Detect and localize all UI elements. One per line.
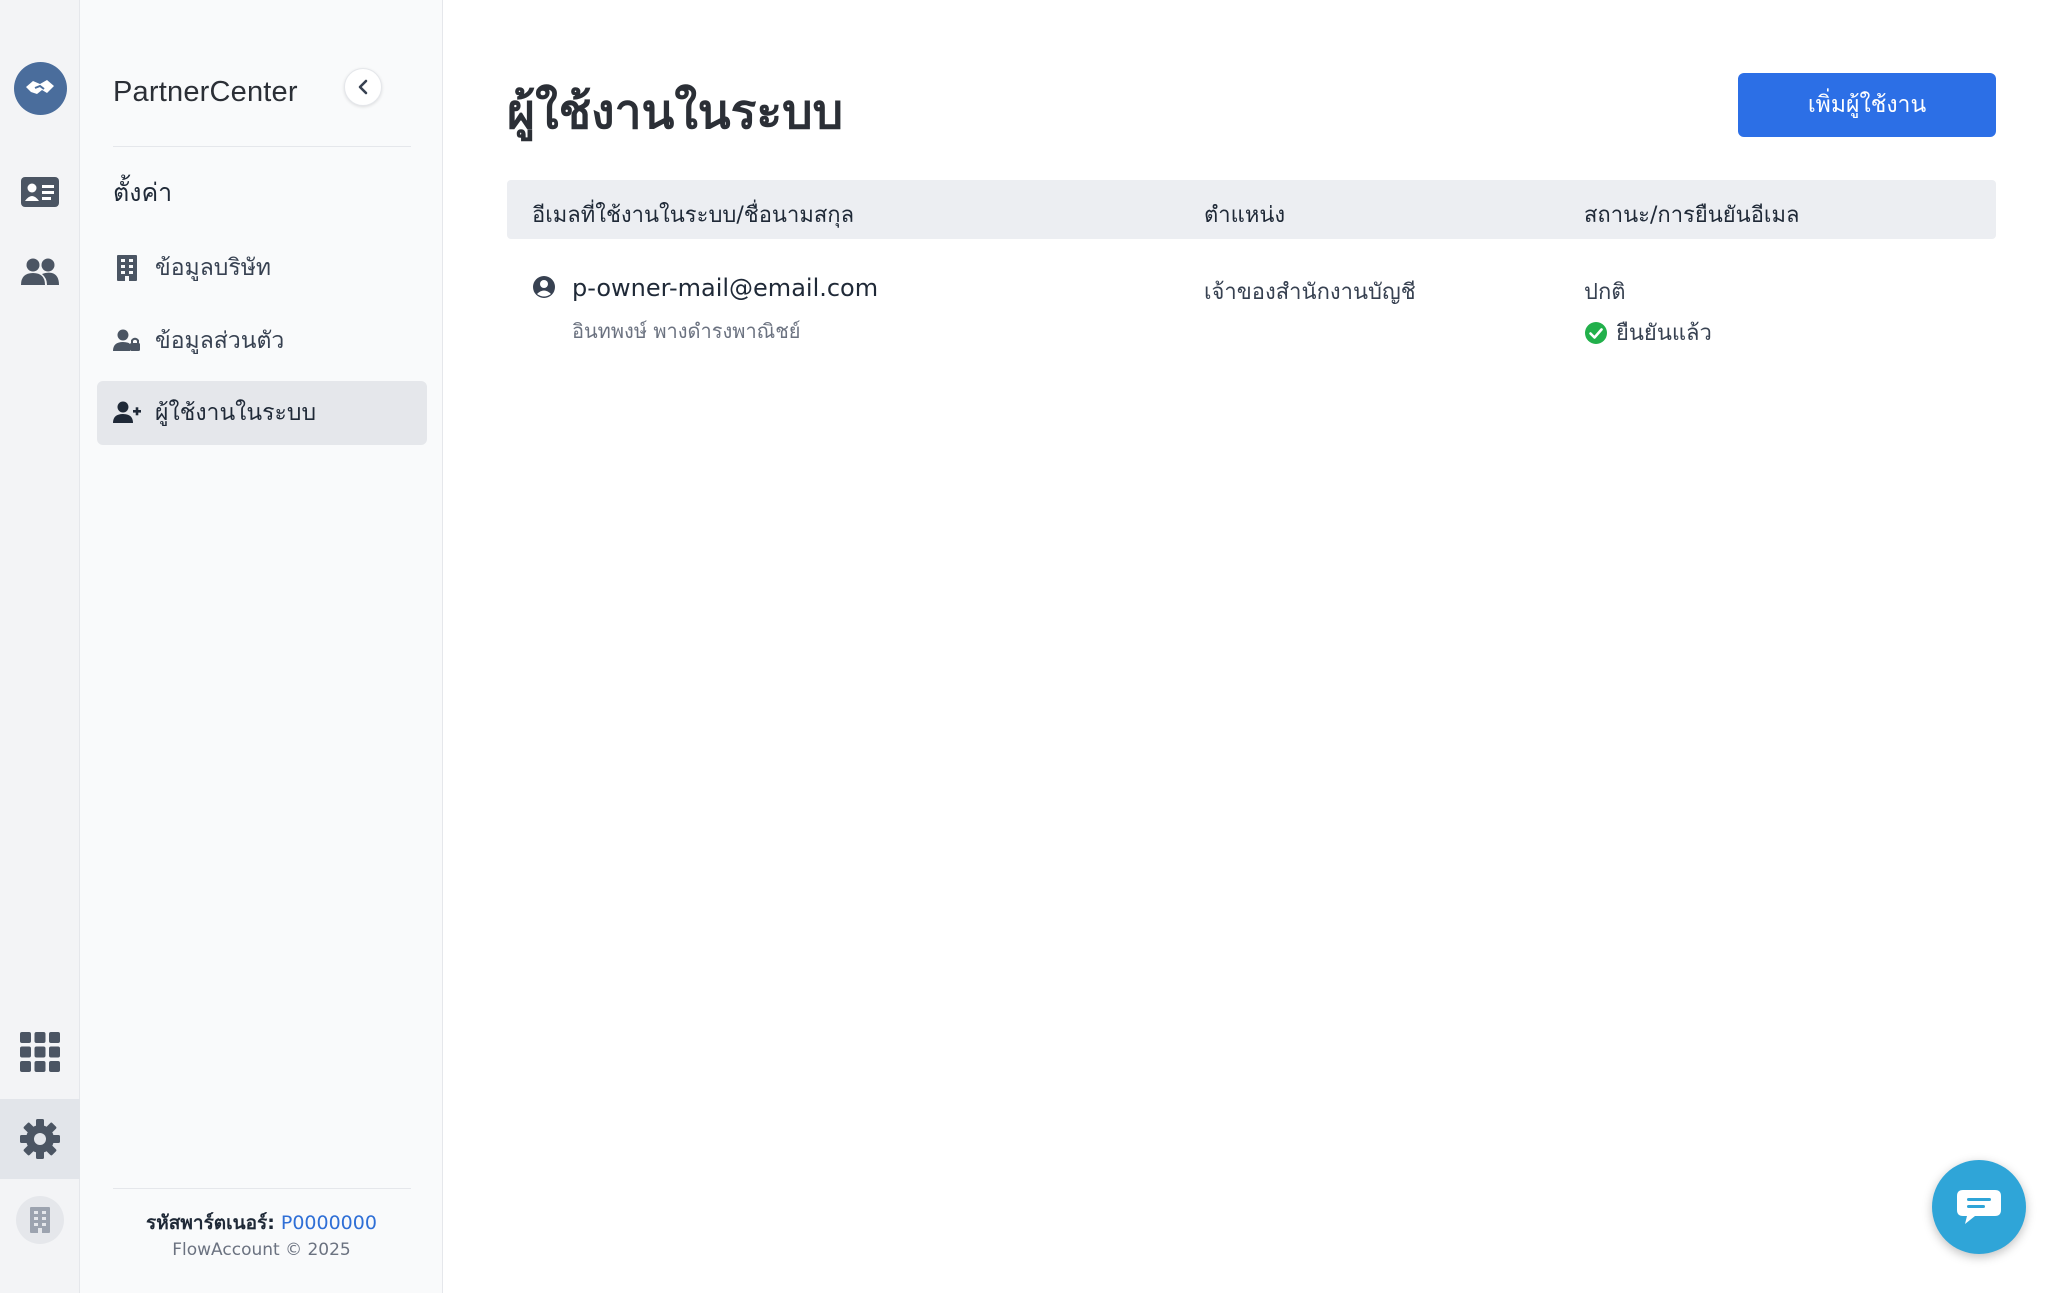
column-header-position: ตำแหน่ง (1204, 203, 1286, 228)
sidebar-item-company-info[interactable]: ข้อมูลบริษัท (97, 236, 427, 300)
rail-company[interactable] (0, 1180, 80, 1260)
column-header-status: สถานะ/การยืนยันอีเมล (1584, 203, 1800, 228)
settings-sidebar: PartnerCenter ตั้งค่า ข้อมูลบริษัท ข้อมู… (80, 0, 443, 1293)
copyright: FlowAccount © 2025 (172, 1240, 351, 1260)
sidebar-footer-divider (113, 1188, 411, 1189)
user-circle-icon (533, 276, 555, 298)
sidebar-item-personal-info[interactable]: ข้อมูลส่วนตัว (97, 309, 427, 373)
apps-grid-icon (20, 1032, 60, 1072)
users-icon (21, 258, 59, 285)
sidebar-item-label: ข้อมูลบริษัท (155, 255, 272, 281)
contact-card-icon (21, 177, 59, 207)
chevron-left-icon (358, 79, 368, 95)
sidebar-divider (113, 146, 411, 147)
partner-code-value[interactable]: P0000000 (281, 1212, 377, 1234)
email-verification: ยืนยันแล้ว (1584, 315, 1712, 350)
column-header-email: อีเมลที่ใช้งานในระบบ/ชื่อนามสกุล (532, 203, 855, 228)
sidebar-item-system-users[interactable]: ผู้ใช้งานในระบบ (97, 381, 427, 445)
rail-settings[interactable] (0, 1099, 80, 1179)
gear-icon (20, 1119, 60, 1159)
check-circle-icon (1585, 321, 1607, 344)
add-user-button[interactable]: เพิ่มผู้ใช้งาน (1738, 73, 1996, 137)
sidebar-item-label: ข้อมูลส่วนตัว (155, 328, 285, 354)
partner-code: รหัสพาร์ตเนอร์: P0000000 (80, 1208, 443, 1238)
handshake-logo-icon (13, 61, 67, 115)
sidebar-section-title: ตั้งค่า (113, 178, 173, 207)
user-status: ปกติ (1584, 280, 1626, 305)
rail-users[interactable] (0, 232, 80, 312)
chat-bubble-icon (1957, 1190, 2001, 1224)
user-plus-icon (113, 399, 141, 427)
chat-launcher-button[interactable] (1932, 1160, 2026, 1254)
page-title: ผู้ใช้งานในระบบ (507, 84, 844, 140)
icon-rail (0, 0, 80, 1293)
rail-home-logo[interactable] (0, 48, 80, 128)
sidebar-item-label: ผู้ใช้งานในระบบ (155, 400, 317, 426)
building-icon (16, 1196, 64, 1244)
user-lock-icon (113, 327, 141, 355)
partner-code-label: รหัสพาร์ตเนอร์: (146, 1212, 275, 1234)
brand-name: PartnerCenter (113, 76, 298, 108)
user-full-name: อินทพงษ์ พางดำรงพาณิชย์ (572, 319, 801, 343)
user-email: p-owner-mail@email.com (572, 274, 879, 302)
rail-contacts[interactable] (0, 152, 80, 232)
collapse-sidebar-button[interactable] (344, 68, 382, 106)
verification-label: ยืนยันแล้ว (1616, 321, 1712, 346)
rail-apps[interactable] (0, 1012, 80, 1092)
building-icon (113, 254, 141, 282)
user-position: เจ้าของสำนักงานบัญชี (1204, 280, 1416, 305)
table-row[interactable]: p-owner-mail@email.com อินทพงษ์ พางดำรงพ… (507, 239, 1996, 359)
table-header: อีเมลที่ใช้งานในระบบ/ชื่อนามสกุล ตำแหน่ง… (507, 180, 1996, 239)
